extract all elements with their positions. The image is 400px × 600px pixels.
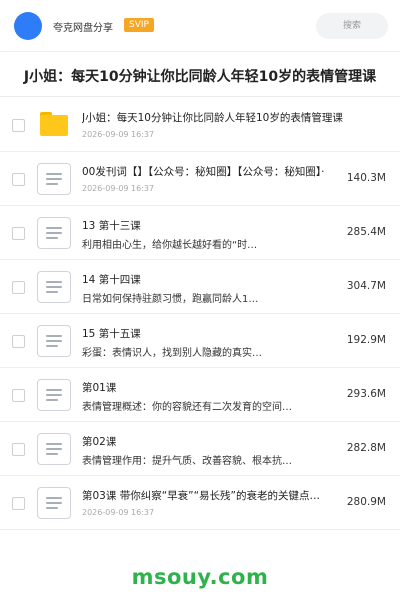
title-bar: J小姐：每天10分钟让你比同龄人年轻10岁的表情管理课 <box>0 53 400 97</box>
list-item[interactable]: 第02课 表情管理作用：提升气质、改善容貌、根本抗… 282.8M <box>0 422 400 476</box>
file-list: J小姐：每天10分钟让你比同龄人年轻10岁的表情管理课 2026-09-09 1… <box>0 98 400 530</box>
row-checkbox[interactable] <box>12 496 25 510</box>
row-checkbox[interactable] <box>12 442 25 456</box>
list-item[interactable]: 15 第十五课 彩蛋：表情识人，找到别人隐藏的真实… 192.9M <box>0 314 400 368</box>
list-item[interactable]: J小姐：每天10分钟让你比同龄人年轻10岁的表情管理课 2026-09-09 1… <box>0 98 400 152</box>
file-size: 293.6M <box>346 387 386 400</box>
row-checkbox[interactable] <box>12 118 25 132</box>
file-name: 第02课 <box>82 436 117 448</box>
document-icon <box>37 486 71 519</box>
document-icon <box>37 216 71 249</box>
file-size: 304.7M <box>346 279 386 292</box>
file-subtitle: 表情管理概述：你的容貌还有二次发育的空间… <box>82 402 292 413</box>
row-checkbox[interactable] <box>12 334 25 348</box>
list-item[interactable]: 14 第十四课 日常如何保持驻颜习惯，跑赢同龄人1… 304.7M <box>0 260 400 314</box>
header: 夸克网盘分享 SVIP 搜索 <box>0 0 400 52</box>
file-subtitle: 日常如何保持驻颜习惯，跑赢同龄人1… <box>82 294 259 305</box>
file-name: J小姐：每天10分钟让你比同龄人年轻10岁的表情管理课 <box>82 112 343 124</box>
file-date: 2026-09-09 16:37 <box>82 130 155 139</box>
row-checkbox[interactable] <box>12 388 25 402</box>
file-subtitle: 彩蛋：表情识人，找到别人隐藏的真实… <box>82 348 262 359</box>
row-checkbox[interactable] <box>12 226 25 240</box>
file-subtitle: 表情管理作用：提升气质、改善容貌、根本抗… <box>82 456 292 467</box>
file-date: 2026-09-09 16:37 <box>82 508 155 517</box>
file-subtitle: 利用相由心生，给你越长越好看的“时… <box>82 240 258 251</box>
app-name: 夸克网盘分享 <box>53 23 113 34</box>
search-button[interactable]: 搜索 <box>316 13 388 39</box>
file-size: 285.4M <box>346 225 386 238</box>
row-checkbox[interactable] <box>12 280 25 294</box>
file-name: 00发刊词【】【公众号：秘知圈】【公众号：秘知圈】· <box>82 166 325 178</box>
avatar[interactable] <box>14 12 42 40</box>
page-title: J小姐：每天10分钟让你比同龄人年轻10岁的表情管理课 <box>23 69 377 85</box>
row-checkbox[interactable] <box>12 172 25 186</box>
document-icon <box>37 270 71 303</box>
file-size: 282.8M <box>346 441 386 454</box>
list-item[interactable]: 第03课 带你纠察“早衰”“易长残”的衰老的关键点… 2026-09-09 16… <box>0 476 400 530</box>
list-item[interactable]: 00发刊词【】【公众号：秘知圈】【公众号：秘知圈】· 2026-09-09 16… <box>0 152 400 206</box>
document-icon <box>37 324 71 357</box>
file-size: 280.9M <box>346 495 386 508</box>
file-name: 第01课 <box>82 382 117 394</box>
document-icon <box>37 378 71 411</box>
watermark: msouy.com <box>131 565 269 589</box>
list-item[interactable]: 13 第十三课 利用相由心生，给你越长越好看的“时… 285.4M <box>0 206 400 260</box>
file-name: 第03课 带你纠察“早衰”“易长残”的衰老的关键点… <box>82 490 320 502</box>
file-name: 13 第十三课 <box>82 220 141 232</box>
document-icon <box>37 162 71 195</box>
folder-icon <box>37 109 71 141</box>
svip-badge: SVIP <box>124 18 154 32</box>
file-size: 140.3M <box>346 171 386 184</box>
file-name: 14 第十四课 <box>82 274 141 286</box>
document-icon <box>37 432 71 465</box>
list-item[interactable]: 第01课 表情管理概述：你的容貌还有二次发育的空间… 293.6M <box>0 368 400 422</box>
file-size: 192.9M <box>346 333 386 346</box>
file-date: 2026-09-09 16:37 <box>82 184 155 193</box>
file-name: 15 第十五课 <box>82 328 141 340</box>
